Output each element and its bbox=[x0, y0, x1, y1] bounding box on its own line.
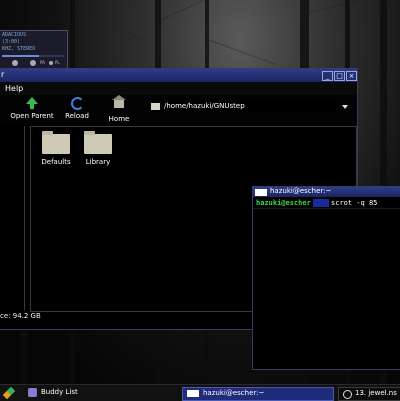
folder-icon bbox=[42, 131, 70, 154]
home-label: Home bbox=[108, 115, 130, 123]
file-manager-title: r bbox=[1, 70, 5, 79]
reload-icon bbox=[70, 97, 84, 110]
home-icon bbox=[112, 95, 126, 112]
menu-bar: Help bbox=[0, 82, 357, 95]
task-label: Buddy List bbox=[41, 388, 78, 396]
folder-icon bbox=[151, 103, 160, 110]
terminal-icon bbox=[187, 390, 199, 397]
reload-button[interactable]: Reload bbox=[60, 97, 94, 120]
terminal-title: hazuki@escher:~ bbox=[270, 187, 332, 195]
player-seek-bar[interactable] bbox=[2, 55, 64, 57]
terminal-divider bbox=[253, 208, 400, 209]
player-time-text: (3:00) bbox=[2, 39, 21, 45]
player-previous-icon[interactable] bbox=[12, 60, 18, 66]
open-parent-button[interactable]: Open Parent bbox=[6, 97, 58, 120]
player-toggle-dot-icon bbox=[49, 61, 53, 65]
maximize-button[interactable]: □ bbox=[334, 71, 345, 81]
status-bar-text: ce: 94.2 GB bbox=[0, 312, 41, 320]
folder-label: Library bbox=[85, 158, 111, 166]
start-menu-icon bbox=[2, 386, 16, 400]
task-label: 13. jewel.ns bbox=[355, 389, 397, 397]
terminal-icon bbox=[255, 189, 267, 196]
toolbar: Open Parent Reload Home /home/hazuki/GNU… bbox=[0, 95, 357, 125]
prompt-host: hazuki@escher bbox=[256, 199, 311, 207]
path-dropdown-icon[interactable] bbox=[342, 105, 348, 109]
task-label: hazuki@escher:~ bbox=[203, 389, 265, 397]
task-media-player[interactable]: 13. jewel.ns bbox=[338, 387, 400, 401]
home-button[interactable]: Home bbox=[104, 95, 134, 123]
media-player-widget[interactable]: ADACIOUS (3:00) KHZ, STEREO PA PL bbox=[0, 30, 68, 70]
sidebar-pane[interactable] bbox=[0, 126, 25, 310]
reload-label: Reload bbox=[65, 112, 89, 120]
media-disc-icon bbox=[343, 390, 352, 399]
folder-item-library[interactable]: Library bbox=[73, 131, 123, 166]
player-toggle-b[interactable]: PL bbox=[55, 60, 60, 65]
start-menu-button[interactable] bbox=[0, 386, 18, 400]
folder-icon bbox=[84, 131, 112, 154]
path-field[interactable]: /home/hazuki/GNUstep bbox=[148, 101, 336, 113]
task-terminal[interactable]: hazuki@escher:~ bbox=[182, 387, 334, 401]
up-arrow-icon bbox=[25, 97, 39, 109]
tree-branch bbox=[89, 10, 143, 41]
menu-help[interactable]: Help bbox=[5, 84, 23, 93]
buddy-list-icon bbox=[28, 388, 37, 397]
prompt-cwd: ~ bbox=[312, 199, 330, 207]
close-button[interactable]: × bbox=[346, 71, 357, 81]
open-parent-label: Open Parent bbox=[10, 112, 54, 120]
terminal-prompt-line: hazuki@escher ~ scrot -q 85 bbox=[256, 199, 377, 207]
terminal-titlebar[interactable]: hazuki@escher:~ bbox=[253, 187, 400, 197]
terminal-window[interactable]: hazuki@escher:~ hazuki@escher ~ scrot -q 8… bbox=[252, 186, 400, 370]
player-format-text: KHZ, STEREO bbox=[2, 46, 36, 52]
taskbar: Buddy List hazuki@escher:~ 13. jewel.ns bbox=[0, 384, 400, 401]
tree-branch bbox=[209, 40, 276, 65]
player-seek-fill bbox=[2, 55, 40, 57]
player-play-icon[interactable] bbox=[30, 60, 36, 66]
file-manager-titlebar[interactable]: r _ □ × bbox=[0, 69, 357, 82]
tree-branch bbox=[299, 0, 378, 16]
minimize-button[interactable]: _ bbox=[322, 71, 333, 81]
task-buddy-list[interactable]: Buddy List bbox=[28, 387, 108, 399]
path-text: /home/hazuki/GNUstep bbox=[164, 102, 245, 110]
player-title-text: ADACIOUS bbox=[2, 32, 27, 38]
player-toggle-a[interactable]: PA bbox=[40, 60, 45, 65]
terminal-command: scrot -q 85 bbox=[331, 199, 378, 207]
